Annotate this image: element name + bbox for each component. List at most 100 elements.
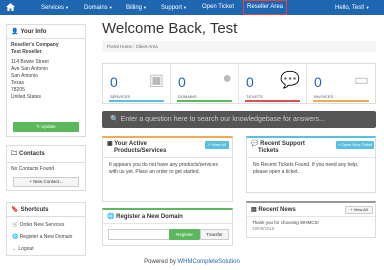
comments-icon: 💬 [280,72,300,89]
footer: Powered by WHMCompleteSolution [0,259,384,265]
recent-news-panel: ▤ Recent News + View All Thank you for c… [246,201,376,238]
domain-input[interactable] [108,229,170,240]
support-tickets-header: 💬 Recent Support Tickets [251,141,305,155]
contacts-empty-text: No Contacts Found [11,166,55,172]
support-tickets-title-2: Tickets [258,148,279,154]
view-all-label: View All [211,142,226,147]
info-address-line: United States [11,94,42,100]
nav-billing[interactable]: Billing▼ [126,0,147,15]
active-products-header: ▣ Your Active Products/Services [107,141,166,155]
register-domain-panel: 🌐 Register a New Domain Register Transfe… [102,208,233,246]
cube-icon: ▣ [148,72,164,89]
nav-domains[interactable]: Domains▼ [84,0,113,15]
stat-bar [245,100,300,102]
update-button[interactable]: ✎ Update [13,122,79,132]
comments-icon: 💬 [251,141,259,147]
stat-tickets[interactable]: 0 TICKETS 💬 [239,64,307,103]
shortcut-register-domain[interactable]: 🌐 Register a New Domain [12,231,80,243]
breadcrumb-current: Client Area [135,44,158,49]
register-domain-header: 🌐 Register a New Domain [107,213,183,220]
your-info-panel: 👤 Your Info Reseller's Company Test Resel… [6,24,86,137]
news-item[interactable]: Thank you for choosing WHMCS! 19/09/2016 [252,220,319,232]
breadcrumb: Portal Home / Client Area [102,41,376,52]
active-products-panel: ▣ Your Active Products/Services + View A… [102,136,233,202]
shortcut-label: Logout [18,246,34,252]
transfer-button[interactable]: Transfer [200,229,229,240]
stat-services[interactable]: 0 SERVICES ▣ [103,64,171,103]
stat-invoices[interactable]: 0 INVOICES ▭ [307,64,375,103]
stat-label: INVOICES [314,94,334,99]
user-icon: 👤 [11,29,19,35]
contacts-title: Contacts [19,151,45,157]
plus-icon: + [350,207,353,212]
globe-icon: 🌐 [12,234,19,240]
shortcut-order-new-services[interactable]: 🛒 Order New Services [12,219,80,231]
stat-label: DOMAINS [178,94,197,99]
user-menu[interactable]: Hello, Test!▼ [335,0,370,15]
your-info-header: 👤 Your Info [7,25,85,39]
shortcuts-panel: 🔖 Shortcuts 🛒 Order New Services 🌐 Regist… [6,202,86,256]
globe-icon: 🌐 [107,214,115,220]
kb-search-placeholder: Enter a question here to search our know… [120,116,325,123]
shortcut-logout[interactable]: ← Logout [12,243,80,255]
folder-icon: 🗀 [11,151,18,157]
info-name: Test Reseller [11,49,42,55]
stat-bar [109,100,164,102]
view-all-products-button[interactable]: + View All [205,141,229,149]
cube-icon: ▣ [107,141,113,147]
cart-icon: 🛒 [12,222,19,228]
stat-domains[interactable]: 0 DOMAINS ● [171,64,239,103]
pencil-icon: ✎ [36,124,40,129]
breadcrumb-home[interactable]: Portal Home [107,44,132,49]
nav-reseller-area[interactable]: Reseller Area [243,0,288,15]
caret-down-icon: ▼ [108,5,113,10]
stat-value: 0 [314,74,322,90]
kb-search-input[interactable]: 🔍 Enter a question here to search our kn… [102,111,376,128]
info-address-line: 114 Bowie Street [11,59,49,65]
support-tickets-panel: 💬 Recent Support Tickets + Open New Tick… [246,136,376,193]
arrow-left-icon: ← [12,246,17,252]
caret-down-icon: ▼ [183,5,187,10]
plus-icon: + [338,142,341,147]
new-contact-label: New Contact... [33,179,63,184]
caret-down-icon: ▼ [365,5,370,10]
nav-support[interactable]: Support▼ [161,0,187,15]
active-products-body: It appears you do not have any products/… [109,162,218,175]
info-address-line: Texas [11,80,25,86]
shortcut-label: Register a New Domain [19,234,73,240]
home-icon[interactable] [6,0,15,15]
stat-value: 0 [178,74,186,90]
open-new-ticket-button[interactable]: + Open New Ticket [336,141,374,149]
nav-services[interactable]: Services▼ [41,0,69,15]
new-contact-button[interactable]: + New Contact... [13,177,79,187]
support-tickets-title: Recent Support [260,141,305,147]
register-button[interactable]: Register [169,229,200,240]
stat-label: TICKETS [246,94,263,99]
stat-value: 0 [246,74,254,90]
user-greeting: Hello, Test! [335,5,365,11]
view-all-news-button[interactable]: + View All [345,206,373,214]
credit-card-icon: ▭ [353,72,369,89]
info-company: Reseller's Company [11,42,59,48]
update-button-label: Update [41,124,56,129]
nav-billing-label: Billing [126,5,143,11]
plus-icon: + [29,179,32,184]
news-item-date: 19/09/2016 [252,226,275,231]
nav-services-label: Services [41,5,65,11]
newspaper-icon: ▤ [251,207,257,213]
open-new-ticket-label: Open New Ticket [341,142,372,147]
nav-support-label: Support [161,5,183,11]
nav-open-ticket[interactable]: Open Ticket [202,0,234,15]
stat-bar [177,100,232,102]
footer-link[interactable]: WHMCompleteSolution [178,259,240,265]
caret-down-icon: ▼ [143,5,147,10]
contacts-header: 🗀 Contacts [7,146,85,163]
caret-down-icon: ▼ [65,5,69,10]
active-products-title: Your Active [114,141,147,147]
info-address-line: 78205 [11,87,25,93]
shortcuts-header: 🔖 Shortcuts [7,203,85,217]
stat-bar [313,100,369,102]
footer-prefix: Powered by [144,259,176,265]
stats-row: 0 SERVICES ▣ 0 DOMAINS ● 0 TICKETS 💬 0 I… [102,63,376,104]
info-address-line: San Antonio [11,73,38,79]
